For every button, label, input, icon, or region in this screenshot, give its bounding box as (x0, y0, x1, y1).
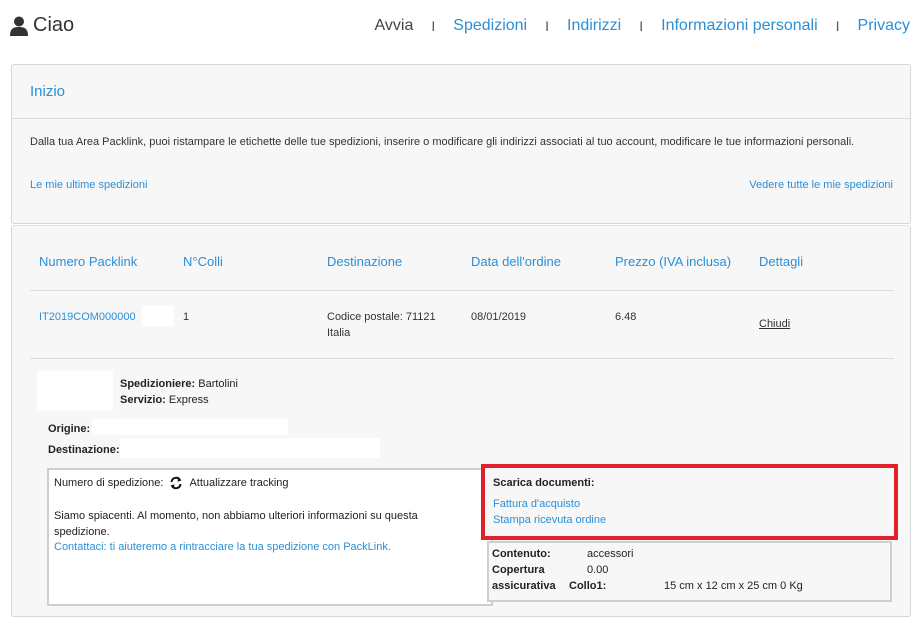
insurance-value: 0.00 (587, 564, 609, 576)
destination-value-redacted (120, 438, 380, 458)
column-header-details: Dettagli (759, 254, 804, 269)
table-header-divider (30, 290, 894, 291)
destination-postal-code: Codice postale: 71121 (327, 311, 436, 323)
service-info: Servizio: Express (120, 394, 209, 406)
tracking-number-label: Numero di spedizione: (54, 477, 164, 489)
insurance-label-line1: Copertura (492, 564, 545, 576)
service-label: Servizio: (120, 394, 166, 406)
download-documents-panel: Scarica documenti: Fattura d'acquisto St… (481, 464, 898, 540)
carrier-value: Bartolini (198, 378, 238, 390)
carrier-logo-placeholder (37, 371, 113, 411)
packlink-number-link[interactable]: IT2019COM000000 (39, 309, 136, 325)
package-contents-panel: Contenuto: accessori Copertura 0.00 assi… (487, 541, 892, 602)
intro-divider (12, 118, 910, 119)
tracking-message: Siamo spiacenti. Al momento, non abbiamo… (54, 510, 418, 538)
nav-avvia[interactable]: Avvia (375, 17, 414, 35)
carrier-label: Spedizioniere: (120, 378, 196, 390)
column-header-order-date[interactable]: Data dell'ordine (471, 254, 561, 269)
greeting-text: Ciao (33, 14, 75, 36)
content-label: Contenuto: (492, 548, 551, 560)
top-bar: Ciao Avvia I Spedizioni I Indirizzi I In… (0, 0, 917, 56)
tracking-header: Numero di spedizione: Attualizzare track… (54, 476, 289, 490)
table-row-divider (30, 358, 894, 359)
destination-cell: Codice postale: 71121 Italia (327, 309, 436, 341)
nav-privacy[interactable]: Privacy (858, 17, 910, 35)
origin-value-redacted (92, 419, 288, 435)
package-label: Collo1: (569, 580, 607, 592)
column-header-price[interactable]: Prezzo (IVA inclusa) (615, 254, 731, 269)
nav-spedizioni[interactable]: Spedizioni (453, 17, 527, 35)
insurance-label-line2: assicurativa (492, 580, 556, 592)
close-details-link[interactable]: Chiudi (759, 318, 790, 330)
redacted-area (142, 306, 174, 326)
nav-separator: I (639, 18, 644, 34)
intro-title: Inizio (30, 83, 66, 100)
download-documents-title: Scarica documenti: (493, 477, 595, 489)
parcels-count: 1 (183, 311, 190, 323)
nav-separator: I (835, 18, 840, 34)
price: 6.48 (615, 311, 637, 323)
print-receipt-link[interactable]: Stampa ricevuta ordine (493, 514, 606, 526)
service-value: Express (168, 394, 209, 406)
content-value: accessori (587, 548, 634, 560)
order-date: 08/01/2019 (471, 311, 527, 323)
user-greeting: Ciao (10, 14, 74, 37)
recent-shipments-link[interactable]: Le mie ultime spedizioni (30, 179, 147, 191)
user-icon (10, 16, 28, 36)
destination-country: Italia (327, 327, 351, 339)
column-header-packlink-number[interactable]: Numero Packlink (39, 254, 137, 269)
main-nav: Avvia I Spedizioni I Indirizzi I Informa… (375, 17, 910, 35)
all-shipments-link[interactable]: Vedere tutte le mie spedizioni (749, 179, 893, 191)
update-tracking-link[interactable]: Attualizzare tracking (189, 477, 288, 489)
package-dimensions: 15 cm x 12 cm x 25 cm 0 Kg (664, 580, 803, 592)
destination-label: Destinazione: (48, 444, 120, 456)
nav-separator: I (545, 18, 549, 34)
carrier-info: Spedizioniere: Bartolini (120, 378, 238, 390)
shipments-panel: Numero Packlink N°Colli Destinazione Dat… (11, 225, 911, 617)
intro-description: Dalla tua Area Packlink, puoi ristampare… (30, 136, 855, 148)
refresh-icon[interactable] (169, 476, 183, 490)
intro-panel: Inizio Dalla tua Area Packlink, puoi ris… (11, 64, 911, 224)
invoice-link[interactable]: Fattura d'acquisto (493, 498, 580, 510)
nav-indirizzi[interactable]: Indirizzi (567, 17, 621, 35)
nav-informazioni-personali[interactable]: Informazioni personali (661, 17, 818, 35)
nav-separator: I (431, 18, 436, 34)
tracking-panel: Numero di spedizione: Attualizzare track… (47, 468, 493, 606)
contact-link[interactable]: Contattaci: ti aiuteremo a rintracciare … (54, 541, 391, 553)
column-header-parcels[interactable]: N°Colli (183, 254, 223, 269)
origin-label: Origine: (48, 423, 91, 435)
column-header-destination[interactable]: Destinazione (327, 254, 402, 269)
